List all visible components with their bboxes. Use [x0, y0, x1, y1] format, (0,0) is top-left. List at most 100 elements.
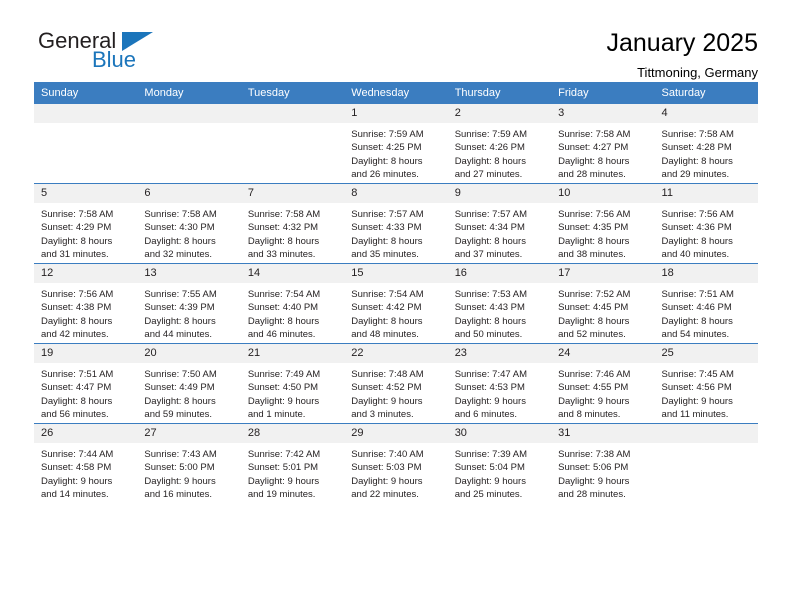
day-daylight-line: and 42 minutes.: [41, 329, 109, 341]
calendar-day-cell[interactable]: 1 Sunrise: 7:59 AM Sunset: 4:25 PM Daylight…: [344, 104, 448, 184]
calendar-day-cell[interactable]: 25 Sunrise: 7:45 AM Sunset: 4:56 PM Dayligh…: [654, 343, 758, 424]
calendar-day-cell[interactable]: 15 Sunrise: 7:54 AM Sunset: 4:42 PM Dayligh…: [344, 263, 448, 344]
day-daylight-line: Daylight: 8 hours: [351, 235, 423, 247]
day-sunset-line: Sunset: 4:40 PM: [247, 302, 319, 314]
day-daylight-line: and 16 minutes.: [144, 489, 213, 501]
day-sunset-line: Sunset: 4:46 PM: [661, 302, 732, 314]
day-sun-info: Sunrise: 7:54 AM Sunset: 4:42 PM Daylight:…: [344, 283, 447, 342]
day-sun-info: Sunrise: 7:44 AM Sunset: 4:58 PM Daylight:…: [34, 443, 137, 502]
day-daylight-line: and 40 minutes.: [661, 249, 730, 261]
day-sunrise-line: Sunrise: 7:59 AM: [351, 129, 424, 140]
calendar-header-row: Sunday Monday Tuesday Wednesday Thursday…: [34, 82, 758, 104]
day-sunrise-line: Sunrise: 7:48 AM: [351, 369, 424, 380]
calendar-day-cell[interactable]: 13 Sunrise: 7:55 AM Sunset: 4:39 PM Dayligh…: [137, 263, 241, 344]
day-daylight-line: Daylight: 8 hours: [41, 315, 113, 327]
day-daylight-line: and 37 minutes.: [454, 249, 523, 261]
calendar-day-cell[interactable]: 9 Sunrise: 7:57 AM Sunset: 4:34 PM Daylight…: [447, 183, 552, 264]
day-sunrise-line: Sunrise: 7:57 AM: [454, 209, 528, 220]
day-daylight-line: Daylight: 8 hours: [144, 315, 216, 327]
day-daylight-line: Daylight: 8 hours: [661, 315, 733, 327]
day-daylight-line: and 14 minutes.: [41, 489, 109, 501]
day-sunrise-line: Sunrise: 7:57 AM: [351, 209, 424, 220]
calendar-day-cell[interactable]: 26 Sunrise: 7:44 AM Sunset: 4:58 PM Dayligh…: [34, 423, 138, 503]
day-daylight-line: and 1 minute.: [247, 409, 306, 421]
calendar-week-row: 26 Sunrise: 7:44 AM Sunset: 4:58 PM Dayligh…: [34, 423, 758, 503]
calendar-day-cell[interactable]: 20 Sunrise: 7:50 AM Sunset: 4:49 PM Dayligh…: [137, 343, 241, 424]
day-sun-info: Sunrise: 7:39 AM Sunset: 5:04 PM Daylight:…: [448, 443, 551, 502]
weekday-header-saturday: Saturday: [654, 82, 758, 104]
calendar-day-cell[interactable]: 29 Sunrise: 7:40 AM Sunset: 5:03 PM Dayligh…: [344, 423, 448, 503]
calendar-day-cell[interactable]: 19 Sunrise: 7:51 AM Sunset: 4:47 PM Dayligh…: [34, 343, 138, 424]
day-number: 28: [240, 424, 345, 443]
calendar-day-cell[interactable]: 3 Sunrise: 7:58 AM Sunset: 4:27 PM Daylight…: [551, 104, 655, 184]
day-daylight-line: Daylight: 8 hours: [454, 155, 526, 167]
day-sunrise-line: Sunrise: 7:44 AM: [41, 449, 114, 460]
day-sunrise-line: Sunrise: 7:46 AM: [558, 369, 631, 380]
calendar-day-cell[interactable]: 10 Sunrise: 7:56 AM Sunset: 4:35 PM Dayligh…: [551, 183, 655, 264]
day-daylight-line: and 50 minutes.: [454, 329, 523, 341]
day-sun-info: Sunrise: 7:51 AM Sunset: 4:46 PM Daylight:…: [655, 283, 758, 342]
calendar-day-cell[interactable]: 6 Sunrise: 7:58 AM Sunset: 4:30 PM Daylight…: [137, 183, 241, 264]
day-daylight-line: Daylight: 8 hours: [247, 235, 320, 247]
calendar-day-cell[interactable]: 11 Sunrise: 7:56 AM Sunset: 4:36 PM Dayligh…: [654, 183, 758, 264]
day-daylight-line: Daylight: 8 hours: [351, 315, 423, 327]
day-sun-info: Sunrise: 7:42 AM Sunset: 5:01 PM Daylight:…: [241, 443, 344, 502]
day-sunrise-line: Sunrise: 7:39 AM: [454, 449, 528, 460]
general-blue-logo[interactable]: General Blue: [34, 28, 164, 76]
day-daylight-line: Daylight: 9 hours: [41, 475, 113, 487]
day-number: 20: [137, 344, 241, 363]
calendar-day-cell[interactable]: 21 Sunrise: 7:49 AM Sunset: 4:50 PM Dayligh…: [240, 343, 345, 424]
day-daylight-line: and 59 minutes.: [144, 409, 213, 421]
day-daylight-line: Daylight: 8 hours: [144, 235, 216, 247]
day-sunset-line: Sunset: 4:28 PM: [661, 142, 732, 154]
day-number: [240, 104, 345, 123]
day-sunset-line: Sunset: 4:42 PM: [351, 302, 422, 314]
day-daylight-line: Daylight: 8 hours: [144, 395, 216, 407]
calendar-day-cell[interactable]: 12 Sunrise: 7:56 AM Sunset: 4:38 PM Dayligh…: [34, 263, 138, 344]
day-sun-info: Sunrise: 7:50 AM Sunset: 4:49 PM Daylight:…: [137, 363, 240, 422]
day-sunset-line: Sunset: 4:26 PM: [454, 142, 525, 154]
calendar-day-cell[interactable]: 28 Sunrise: 7:42 AM Sunset: 5:01 PM Dayligh…: [240, 423, 345, 503]
calendar-day-cell[interactable]: 4 Sunrise: 7:58 AM Sunset: 4:28 PM Daylight…: [654, 104, 758, 184]
day-sunrise-line: Sunrise: 7:42 AM: [247, 449, 321, 460]
calendar-day-cell[interactable]: 8 Sunrise: 7:57 AM Sunset: 4:33 PM Daylight…: [344, 183, 448, 264]
day-sun-info: Sunrise: 7:38 AM Sunset: 5:06 PM Daylight:…: [551, 443, 654, 502]
day-number: 31: [551, 424, 655, 443]
day-sun-info: Sunrise: 7:59 AM Sunset: 4:25 PM Daylight:…: [344, 123, 447, 182]
calendar-day-cell[interactable]: 27 Sunrise: 7:43 AM Sunset: 5:00 PM Dayligh…: [137, 423, 241, 503]
calendar-day-cell[interactable]: 7 Sunrise: 7:58 AM Sunset: 4:32 PM Daylight…: [240, 183, 345, 264]
day-sunrise-line: Sunrise: 7:40 AM: [351, 449, 424, 460]
day-sunset-line: Sunset: 4:45 PM: [558, 302, 629, 314]
day-sunset-line: Sunset: 4:56 PM: [661, 382, 732, 394]
calendar-day-cell[interactable]: 17 Sunrise: 7:52 AM Sunset: 4:45 PM Dayligh…: [551, 263, 655, 344]
calendar-day-cell[interactable]: 2 Sunrise: 7:59 AM Sunset: 4:26 PM Daylight…: [447, 104, 552, 184]
calendar-day-cell[interactable]: 22 Sunrise: 7:48 AM Sunset: 4:52 PM Dayligh…: [344, 343, 448, 424]
calendar-day-cell[interactable]: 31 Sunrise: 7:38 AM Sunset: 5:06 PM Dayligh…: [551, 423, 655, 503]
calendar-day-cell[interactable]: 14 Sunrise: 7:54 AM Sunset: 4:40 PM Dayligh…: [240, 263, 345, 344]
day-number: 4: [654, 104, 758, 123]
calendar-day-cell[interactable]: 5 Sunrise: 7:58 AM Sunset: 4:29 PM Daylight…: [34, 183, 138, 264]
calendar-day-cell[interactable]: 18 Sunrise: 7:51 AM Sunset: 4:46 PM Dayligh…: [654, 263, 758, 344]
day-daylight-line: Daylight: 9 hours: [454, 395, 526, 407]
calendar-day-cell[interactable]: 30 Sunrise: 7:39 AM Sunset: 5:04 PM Dayligh…: [447, 423, 552, 503]
page-header: General Blue January 2025 Tittmoning, Ge…: [34, 0, 758, 80]
day-sun-info: Sunrise: 7:52 AM Sunset: 4:45 PM Daylight:…: [551, 283, 654, 342]
calendar-day-cell[interactable]: 23 Sunrise: 7:47 AM Sunset: 4:53 PM Dayligh…: [447, 343, 552, 424]
day-daylight-line: Daylight: 8 hours: [351, 155, 423, 167]
calendar-day-cell-empty: [34, 104, 138, 184]
day-daylight-line: and 27 minutes.: [454, 169, 523, 181]
day-sunset-line: Sunset: 5:00 PM: [144, 462, 215, 474]
day-daylight-line: and 3 minutes.: [351, 409, 414, 421]
day-daylight-line: and 35 minutes.: [351, 249, 419, 261]
day-daylight-line: and 29 minutes.: [661, 169, 730, 181]
day-sunset-line: Sunset: 4:50 PM: [247, 382, 319, 394]
day-sunset-line: Sunset: 4:47 PM: [41, 382, 112, 394]
logo-word-blue: Blue: [92, 47, 137, 72]
calendar-day-cell[interactable]: 24 Sunrise: 7:46 AM Sunset: 4:55 PM Dayligh…: [551, 343, 655, 424]
day-daylight-line: Daylight: 9 hours: [558, 475, 630, 487]
calendar-day-cell[interactable]: 16 Sunrise: 7:53 AM Sunset: 4:43 PM Dayligh…: [447, 263, 552, 344]
day-sunset-line: Sunset: 4:27 PM: [558, 142, 629, 154]
day-sun-info: Sunrise: 7:49 AM Sunset: 4:50 PM Daylight:…: [241, 363, 344, 422]
day-sun-info: Sunrise: 7:58 AM Sunset: 4:28 PM Daylight:…: [655, 123, 758, 182]
day-daylight-line: and 38 minutes.: [558, 249, 626, 261]
